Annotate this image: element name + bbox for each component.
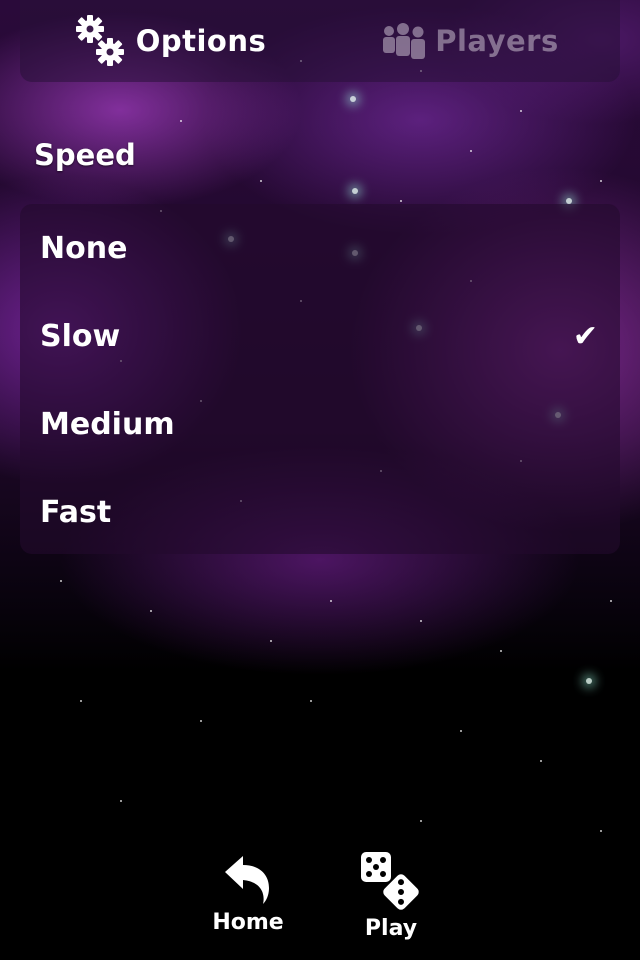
- section-title-speed: Speed: [34, 138, 136, 172]
- gears-icon: [75, 15, 124, 66]
- back-arrow-icon: [225, 856, 269, 904]
- tab-players-label: Players: [435, 24, 559, 58]
- speed-options-list: None Slow ✔ Medium Fast: [20, 204, 620, 554]
- tab-players[interactable]: Players: [320, 0, 620, 82]
- speed-option-slow[interactable]: Slow ✔: [20, 292, 620, 380]
- top-tab-bar: Options Players: [20, 0, 620, 82]
- speed-option-none[interactable]: None: [20, 204, 620, 292]
- checkmark-icon: ✔: [572, 318, 598, 354]
- home-button-label: Home: [212, 910, 284, 935]
- tab-options[interactable]: Options: [20, 0, 320, 82]
- play-button[interactable]: Play: [336, 850, 446, 950]
- home-button[interactable]: Home: [193, 850, 303, 950]
- speed-option-label: Fast: [40, 494, 112, 530]
- dice-icon: [361, 852, 419, 910]
- speed-option-label: Slow: [40, 318, 121, 354]
- speed-option-medium[interactable]: Medium: [20, 380, 620, 468]
- speed-option-label: Medium: [40, 406, 175, 442]
- bottom-toolbar: Home Play: [0, 850, 640, 960]
- tab-options-label: Options: [135, 24, 267, 58]
- speed-option-label: None: [40, 230, 128, 266]
- speed-option-fast[interactable]: Fast: [20, 468, 620, 556]
- play-button-label: Play: [364, 916, 418, 941]
- players-icon: [383, 23, 426, 59]
- game-screen: Options Players Speed None Slow ✔ Medium…: [0, 0, 640, 960]
